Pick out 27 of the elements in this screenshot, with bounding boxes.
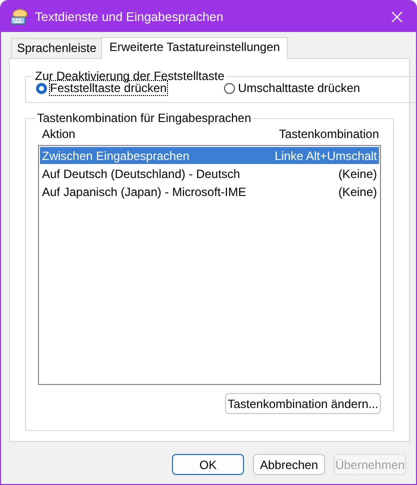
radio-label: Feststelltaste drücken xyxy=(50,81,167,95)
group-title: Tastenkombination für Eingabesprachen xyxy=(36,111,252,125)
list-row[interactable]: Auf Japanisch (Japan) - Microsoft-IME (Keine) xyxy=(40,183,379,200)
radio-button[interactable] xyxy=(224,82,235,94)
action-text: Auf Japanisch (Japan) - Microsoft-IME xyxy=(42,184,246,198)
keyboard-icon xyxy=(10,8,28,24)
window-title: Textdienste und Eingabesprachen xyxy=(35,10,224,24)
radio-label: Umschalttaste drücken xyxy=(238,81,360,95)
dialog-button[interactable]: OK xyxy=(172,454,244,475)
change-hotkey-button[interactable]: Tastenkombination ändern... xyxy=(225,393,381,414)
tab[interactable]: Sprachenleiste xyxy=(11,38,102,58)
column-header[interactable]: Aktion xyxy=(42,127,76,141)
radio-option[interactable]: Feststelltaste drücken xyxy=(36,81,224,95)
hotkey-text: Linke Alt+Umschalt xyxy=(274,148,377,162)
tab[interactable]: Erweiterte Tastatureinstellungen xyxy=(101,37,288,59)
group-title: Zur Deaktivierung der Feststelltaste xyxy=(34,69,226,83)
action-text: Zwischen Eingabesprachen xyxy=(42,148,190,162)
column-header[interactable]: Tastenkombination xyxy=(278,127,379,141)
close-icon[interactable] xyxy=(391,10,403,22)
list-row[interactable]: Zwischen Eingabesprachen Linke Alt+Umschalt xyxy=(40,147,379,164)
list-row[interactable]: Auf Deutsch (Deutschland) - Deutsch (Keine) xyxy=(40,165,379,182)
action-text: Auf Deutsch (Deutschland) - Deutsch xyxy=(42,166,240,180)
hotkey-text: (Keine) xyxy=(338,166,377,180)
dialog-button[interactable]: Abbrechen xyxy=(253,454,325,475)
hotkey-text: (Keine) xyxy=(338,184,377,198)
radio-button[interactable] xyxy=(36,82,47,94)
radio-option[interactable]: Umschalttaste drücken xyxy=(224,81,412,95)
